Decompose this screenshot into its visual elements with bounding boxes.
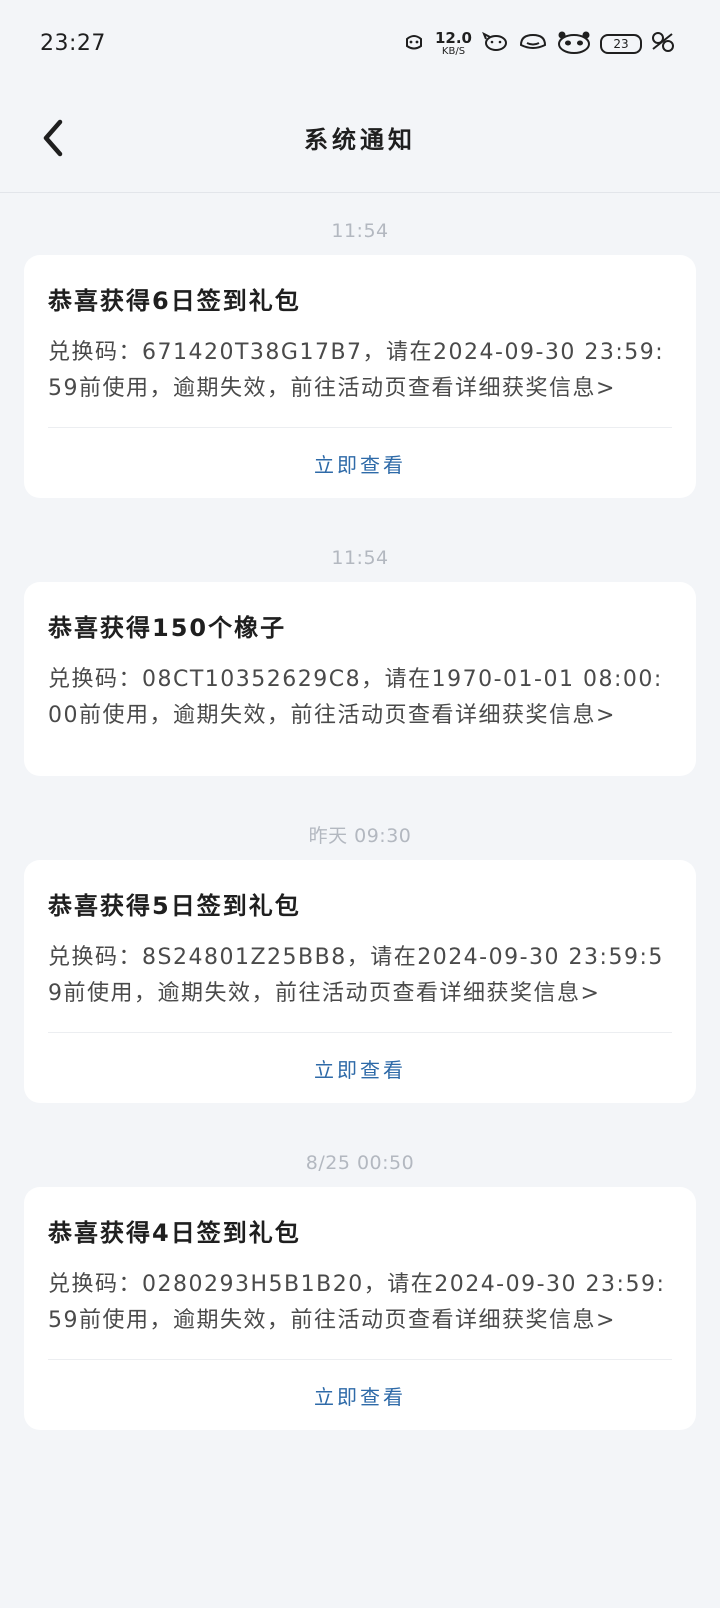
notification-card[interactable]: 恭喜获得4日签到礼包 兑换码：0280293H5B1B20，请在2024-09-… [24, 1187, 696, 1430]
message-time: 昨天 09:30 [308, 825, 412, 847]
notification-card[interactable]: 恭喜获得6日签到礼包 兑换码：671420T38G17B7，请在2024-09-… [24, 255, 696, 498]
notification-item: 8/25 00:50 恭喜获得4日签到礼包 兑换码：0280293H5B1B20… [0, 1125, 720, 1430]
dog-icon [482, 31, 510, 57]
view-now-button[interactable]: 立即查看 [48, 1033, 672, 1103]
notification-item: 11:54 恭喜获得6日签到礼包 兑换码：671420T38G17B7，请在20… [0, 193, 720, 498]
notification-list[interactable]: 11:54 恭喜获得6日签到礼包 兑换码：671420T38G17B7，请在20… [0, 193, 720, 1430]
notification-title: 恭喜获得4日签到礼包 [48, 1219, 301, 1247]
message-time: 11:54 [331, 220, 389, 242]
face-icon [403, 31, 425, 57]
notification-title: 恭喜获得150个橡子 [48, 614, 287, 642]
status-time: 23:27 [40, 31, 106, 56]
battery-icon: 23 [600, 34, 642, 54]
notification-body[interactable]: 兑换码：08CT10352629C8，请在1970-01-01 08:00:00… [48, 662, 672, 734]
panda-icon [556, 30, 592, 58]
notification-body[interactable]: 兑换码：8S24801Z25BB8，请在2024-09-30 23:59:59前… [48, 940, 672, 1012]
view-now-button[interactable]: 立即查看 [48, 428, 672, 498]
notification-card[interactable]: 恭喜获得5日签到礼包 兑换码：8S24801Z25BB8，请在2024-09-3… [24, 860, 696, 1103]
notification-title: 恭喜获得5日签到礼包 [48, 892, 301, 920]
status-bar: 23:27 12.0 KB/S 23 [0, 0, 720, 92]
net-speed: 12.0 KB/S [435, 31, 472, 57]
bug-icon [650, 31, 676, 57]
net-speed-unit: KB/S [441, 46, 466, 57]
message-time: 11:54 [331, 547, 389, 569]
status-icons: 12.0 KB/S 23 [403, 30, 676, 58]
notification-body[interactable]: 兑换码：671420T38G17B7，请在2024-09-30 23:59:59… [48, 335, 672, 407]
nav-bar: 系统通知 [0, 92, 720, 193]
notification-body[interactable]: 兑换码：0280293H5B1B20，请在2024-09-30 23:59:59… [48, 1267, 672, 1339]
page-title: 系统通知 [304, 126, 416, 154]
notification-title: 恭喜获得6日签到礼包 [48, 287, 301, 315]
notification-card[interactable]: 恭喜获得150个橡子 兑换码：08CT10352629C8，请在1970-01-… [24, 582, 696, 776]
message-time: 8/25 00:50 [305, 1152, 415, 1174]
net-speed-value: 12.0 [434, 29, 472, 47]
frog-icon [518, 31, 548, 57]
notification-item: 11:54 恭喜获得150个橡子 兑换码：08CT10352629C8，请在19… [0, 520, 720, 776]
view-now-button[interactable]: 立即查看 [48, 1360, 672, 1430]
notification-item: 昨天 09:30 恭喜获得5日签到礼包 兑换码：8S24801Z25BB8，请在… [0, 798, 720, 1103]
